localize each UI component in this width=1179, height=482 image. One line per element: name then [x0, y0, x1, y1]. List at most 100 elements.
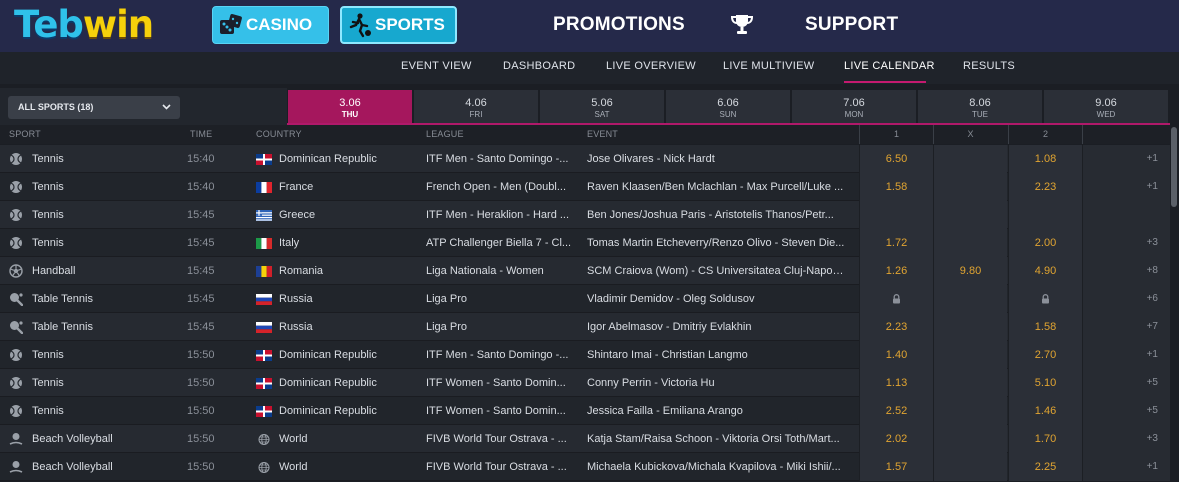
odd-1-button[interactable]: 1.26: [859, 257, 933, 285]
more-markets-link[interactable]: +1: [1082, 145, 1170, 173]
casino-button[interactable]: CASINO: [212, 6, 329, 44]
trophy-icon[interactable]: [730, 14, 754, 36]
event-name[interactable]: Vladimir Demidov - Oleg Soldusov: [587, 285, 845, 313]
tab-live-overview[interactable]: LIVE OVERVIEW: [606, 60, 696, 72]
more-markets-link[interactable]: +6: [1082, 285, 1170, 313]
event-name[interactable]: SCM Craiova (Wom) - CS Universitatea Clu…: [587, 257, 845, 285]
promotions-link[interactable]: PROMOTIONS: [553, 14, 685, 36]
odd-1-button[interactable]: 2.02: [859, 425, 933, 453]
odd-2-button[interactable]: 2.70: [1008, 341, 1082, 369]
event-name[interactable]: Igor Abelmasov - Dmitriy Evlakhin: [587, 313, 845, 341]
table-row[interactable]: Tennis 15:50 Dominican Republic ITF Women -…: [0, 369, 1170, 397]
event-name[interactable]: Michaela Kubickova/Michala Kvapilova - M…: [587, 453, 845, 481]
league-name[interactable]: FIVB World Tour Ostrava - ...: [426, 453, 576, 481]
odd-2-button[interactable]: 2.23: [1008, 173, 1082, 201]
more-markets-link[interactable]: +5: [1082, 369, 1170, 397]
sport-select[interactable]: ALL SPORTS (18): [8, 96, 180, 119]
more-markets-link[interactable]: +7: [1082, 313, 1170, 341]
brand-logo[interactable]: Teb win: [14, 6, 154, 44]
tab-results[interactable]: RESULTS: [963, 60, 1015, 72]
date-tab[interactable]: 9.06 WED: [1044, 90, 1168, 124]
odd-2-button[interactable]: 4.90: [1008, 257, 1082, 285]
odd-2-button[interactable]: 5.10: [1008, 369, 1082, 397]
table-row[interactable]: Handball 15:45 Romania Liga Nationala - Wom…: [0, 257, 1170, 285]
odd-1-button[interactable]: 2.23: [859, 313, 933, 341]
event-name[interactable]: Ben Jones/Joshua Paris - Aristotelis Tha…: [587, 201, 845, 229]
tab-event-view[interactable]: EVENT VIEW: [401, 60, 472, 72]
odd-2-button[interactable]: [1008, 285, 1082, 313]
odd-1-button[interactable]: [859, 285, 933, 313]
beach-volleyball-icon: [9, 433, 23, 445]
odd-1-button[interactable]: 2.52: [859, 397, 933, 425]
odd-2-button[interactable]: 1.58: [1008, 313, 1082, 341]
support-link[interactable]: SUPPORT: [805, 14, 898, 36]
date-tab[interactable]: 8.06 TUE: [918, 90, 1042, 124]
table-row[interactable]: Tennis 15:50 Dominican Republic ITF Women -…: [0, 397, 1170, 425]
table-row[interactable]: Tennis 15:50 Dominican Republic ITF Men - S…: [0, 341, 1170, 369]
sport-name: Tennis: [32, 349, 64, 361]
sports-button[interactable]: SPORTS: [340, 6, 457, 44]
odd-2-button[interactable]: 1.08: [1008, 145, 1082, 173]
event-name[interactable]: Jose Olivares - Nick Hardt: [587, 145, 845, 173]
country-name: France: [279, 181, 314, 193]
more-markets-link[interactable]: +8: [1082, 257, 1170, 285]
table-row[interactable]: Tennis 15:40 France French Open - Men (Doub…: [0, 173, 1170, 201]
odd-2-button[interactable]: 1.70: [1008, 425, 1082, 453]
more-markets-link[interactable]: +1: [1082, 173, 1170, 201]
league-name[interactable]: French Open - Men (Doubl...: [426, 173, 576, 201]
tennis-ball-icon: [10, 405, 22, 417]
odd-2-button[interactable]: 2.00: [1008, 229, 1082, 257]
tab-dashboard[interactable]: DASHBOARD: [503, 60, 575, 72]
event-name[interactable]: Jessica Failla - Emiliana Arango: [587, 397, 845, 425]
table-row[interactable]: Tennis 15:45 Italy ATP Challenger Biella 7 …: [0, 229, 1170, 257]
league-name[interactable]: Liga Pro: [426, 285, 576, 313]
tab-live-calendar[interactable]: LIVE CALENDAR: [844, 60, 935, 72]
league-name[interactable]: ITF Women - Santo Domin...: [426, 369, 576, 397]
more-markets-link[interactable]: [1082, 201, 1170, 229]
odd-1-button[interactable]: 1.40: [859, 341, 933, 369]
scrollbar[interactable]: [1170, 125, 1179, 482]
table-row[interactable]: Table Tennis 15:45 Russia Liga Pro Igor Abel…: [0, 313, 1170, 341]
league-name[interactable]: ITF Men - Heraklion - Hard ...: [426, 201, 576, 229]
odd-1-button[interactable]: 1.57: [859, 453, 933, 481]
league-name[interactable]: ITF Men - Santo Domingo -...: [426, 145, 576, 173]
event-name[interactable]: Raven Klaasen/Ben Mclachlan - Max Purcel…: [587, 173, 845, 201]
league-name[interactable]: FIVB World Tour Ostrava - ...: [426, 425, 576, 453]
odd-1-button[interactable]: 6.50: [859, 145, 933, 173]
event-name[interactable]: Tomas Martin Etcheverry/Renzo Olivo - St…: [587, 229, 845, 257]
date-tab[interactable]: 3.06 THU: [288, 90, 412, 124]
table-row[interactable]: Beach Volleyball 15:50 World FIVB World Tou…: [0, 453, 1170, 481]
league-name[interactable]: Liga Nationala - Women: [426, 257, 576, 285]
event-name[interactable]: Conny Perrin - Victoria Hu: [587, 369, 845, 397]
odd-x-button[interactable]: 9.80: [933, 257, 1007, 285]
date-tab[interactable]: 4.06 FRI: [414, 90, 538, 124]
odd-1-button[interactable]: 1.72: [859, 229, 933, 257]
league-name[interactable]: ATP Challenger Biella 7 - Cl...: [426, 229, 576, 257]
table-row[interactable]: Table Tennis 15:45 Russia Liga Pro Vladimir …: [0, 285, 1170, 313]
soccer-player-icon: [349, 13, 371, 38]
league-name[interactable]: ITF Women - Santo Domin...: [426, 397, 576, 425]
date-tab[interactable]: 7.06 MON: [792, 90, 916, 124]
col-sport: SPORT: [9, 129, 41, 139]
more-markets-link[interactable]: +3: [1082, 229, 1170, 257]
odd-2-button[interactable]: 1.46: [1008, 397, 1082, 425]
event-name[interactable]: Shintaro Imai - Christian Langmo: [587, 341, 845, 369]
odd-2-button[interactable]: 2.25: [1008, 453, 1082, 481]
odd-1-button[interactable]: 1.58: [859, 173, 933, 201]
more-markets-link[interactable]: +1: [1082, 453, 1170, 481]
date-tab[interactable]: 6.06 SUN: [666, 90, 790, 124]
event-name[interactable]: Katja Stam/Raisa Schoon - Viktoria Orsi …: [587, 425, 845, 453]
more-markets-link[interactable]: +1: [1082, 341, 1170, 369]
tab-live-multiview[interactable]: LIVE MULTIVIEW: [723, 60, 814, 72]
league-name[interactable]: ITF Men - Santo Domingo -...: [426, 341, 576, 369]
table-row[interactable]: Beach Volleyball 15:50 World FIVB World Tou…: [0, 425, 1170, 453]
more-markets-link[interactable]: +5: [1082, 397, 1170, 425]
casino-label: CASINO: [246, 15, 313, 34]
scrollbar-thumb[interactable]: [1171, 127, 1177, 207]
date-tab[interactable]: 5.06 SAT: [540, 90, 664, 124]
more-markets-link[interactable]: +3: [1082, 425, 1170, 453]
league-name[interactable]: Liga Pro: [426, 313, 576, 341]
odd-1-button[interactable]: 1.13: [859, 369, 933, 397]
table-row[interactable]: Tennis 15:45 Greece ITF Men - Heraklion - H…: [0, 201, 1170, 229]
table-row[interactable]: Tennis 15:40 Dominican Republic ITF Men - S…: [0, 145, 1170, 173]
